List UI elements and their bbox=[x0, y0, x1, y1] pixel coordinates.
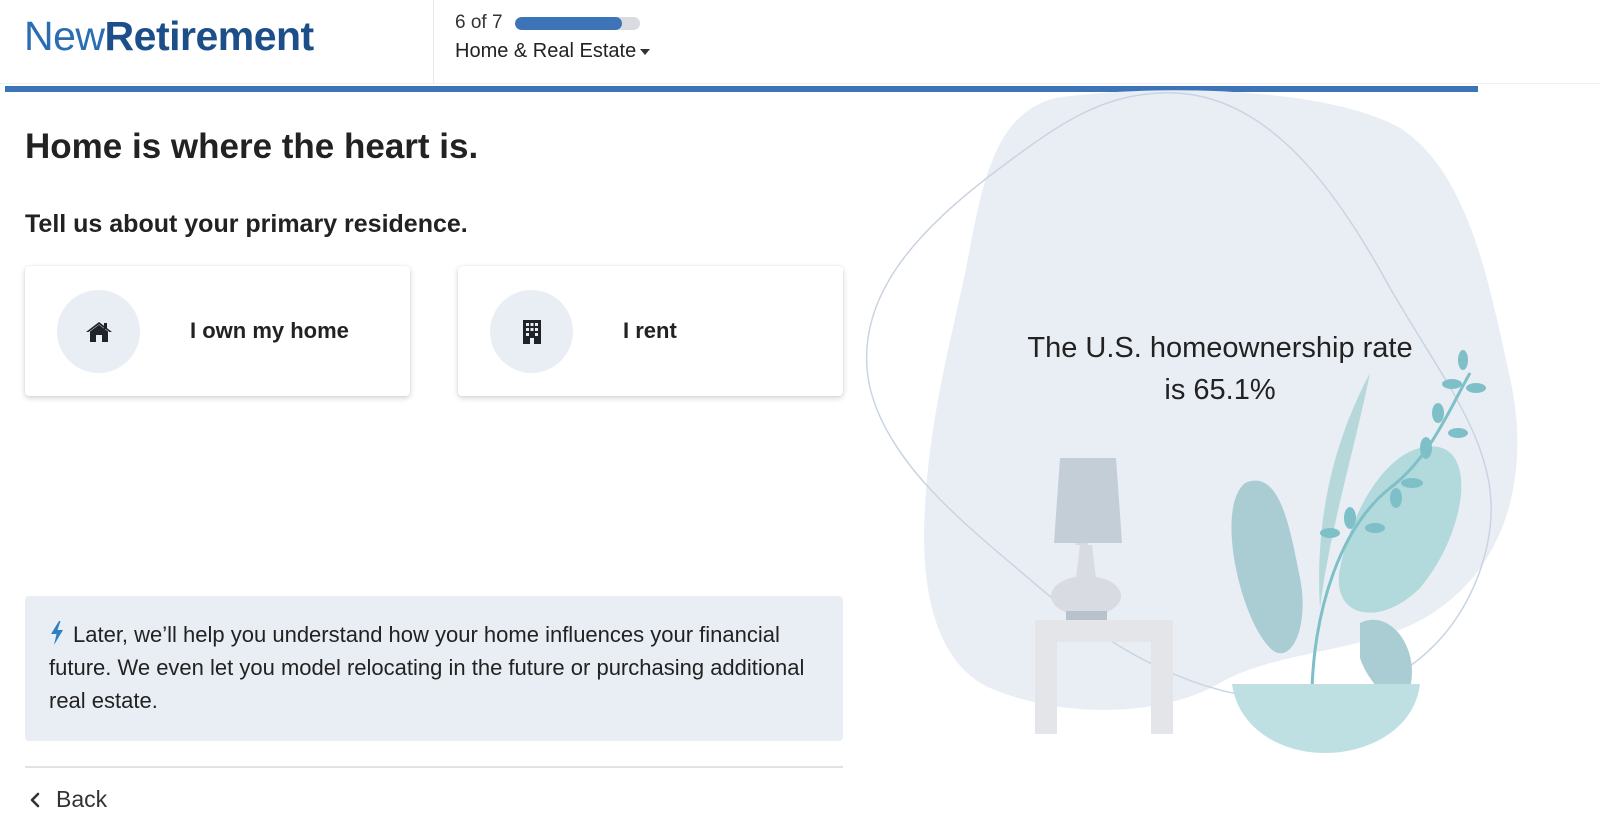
info-callout: Later, we’ll help you understand how you… bbox=[25, 596, 843, 741]
section-dropdown-label: Home & Real Estate bbox=[455, 40, 637, 62]
back-label: Back bbox=[56, 786, 108, 812]
chevron-left-icon bbox=[30, 792, 40, 807]
lamp bbox=[1051, 458, 1122, 620]
own-home-option[interactable]: I own my home bbox=[25, 266, 410, 396]
step-progress-fill bbox=[515, 17, 623, 30]
logo-part-new: New bbox=[24, 13, 105, 59]
step-counter: 6 of 7 bbox=[455, 12, 503, 33]
section-dropdown[interactable]: Home & Real Estate bbox=[455, 40, 651, 63]
rent-option[interactable]: I rent bbox=[458, 266, 843, 396]
logo[interactable]: NewRetirement bbox=[24, 12, 314, 60]
step-progress-track bbox=[515, 17, 640, 30]
footer-divider bbox=[25, 766, 843, 768]
back-button[interactable]: Back bbox=[30, 786, 107, 813]
home-illustration bbox=[865, 90, 1518, 753]
caret-down-icon bbox=[640, 48, 651, 55]
home-icon bbox=[57, 290, 140, 373]
page: NewRetirement 6 of 7 Home & Real Estate … bbox=[0, 0, 1600, 832]
info-text: Later, we’ll help you understand how you… bbox=[49, 622, 805, 713]
logo-part-retirement: Retirement bbox=[104, 13, 315, 59]
own-home-label: I own my home bbox=[190, 318, 349, 343]
building-icon bbox=[490, 290, 573, 373]
homeownership-fact: The U.S. homeownership rate is 65.1% bbox=[1027, 332, 1413, 406]
rent-label: I rent bbox=[623, 318, 677, 343]
lightning-bolt-icon bbox=[51, 621, 63, 645]
page-subtitle: Tell us about your primary residence. bbox=[25, 210, 468, 238]
page-title: Home is where the heart is. bbox=[25, 127, 479, 166]
header: NewRetirement 6 of 7 Home & Real Estate bbox=[0, 0, 1600, 84]
header-divider bbox=[433, 0, 434, 84]
